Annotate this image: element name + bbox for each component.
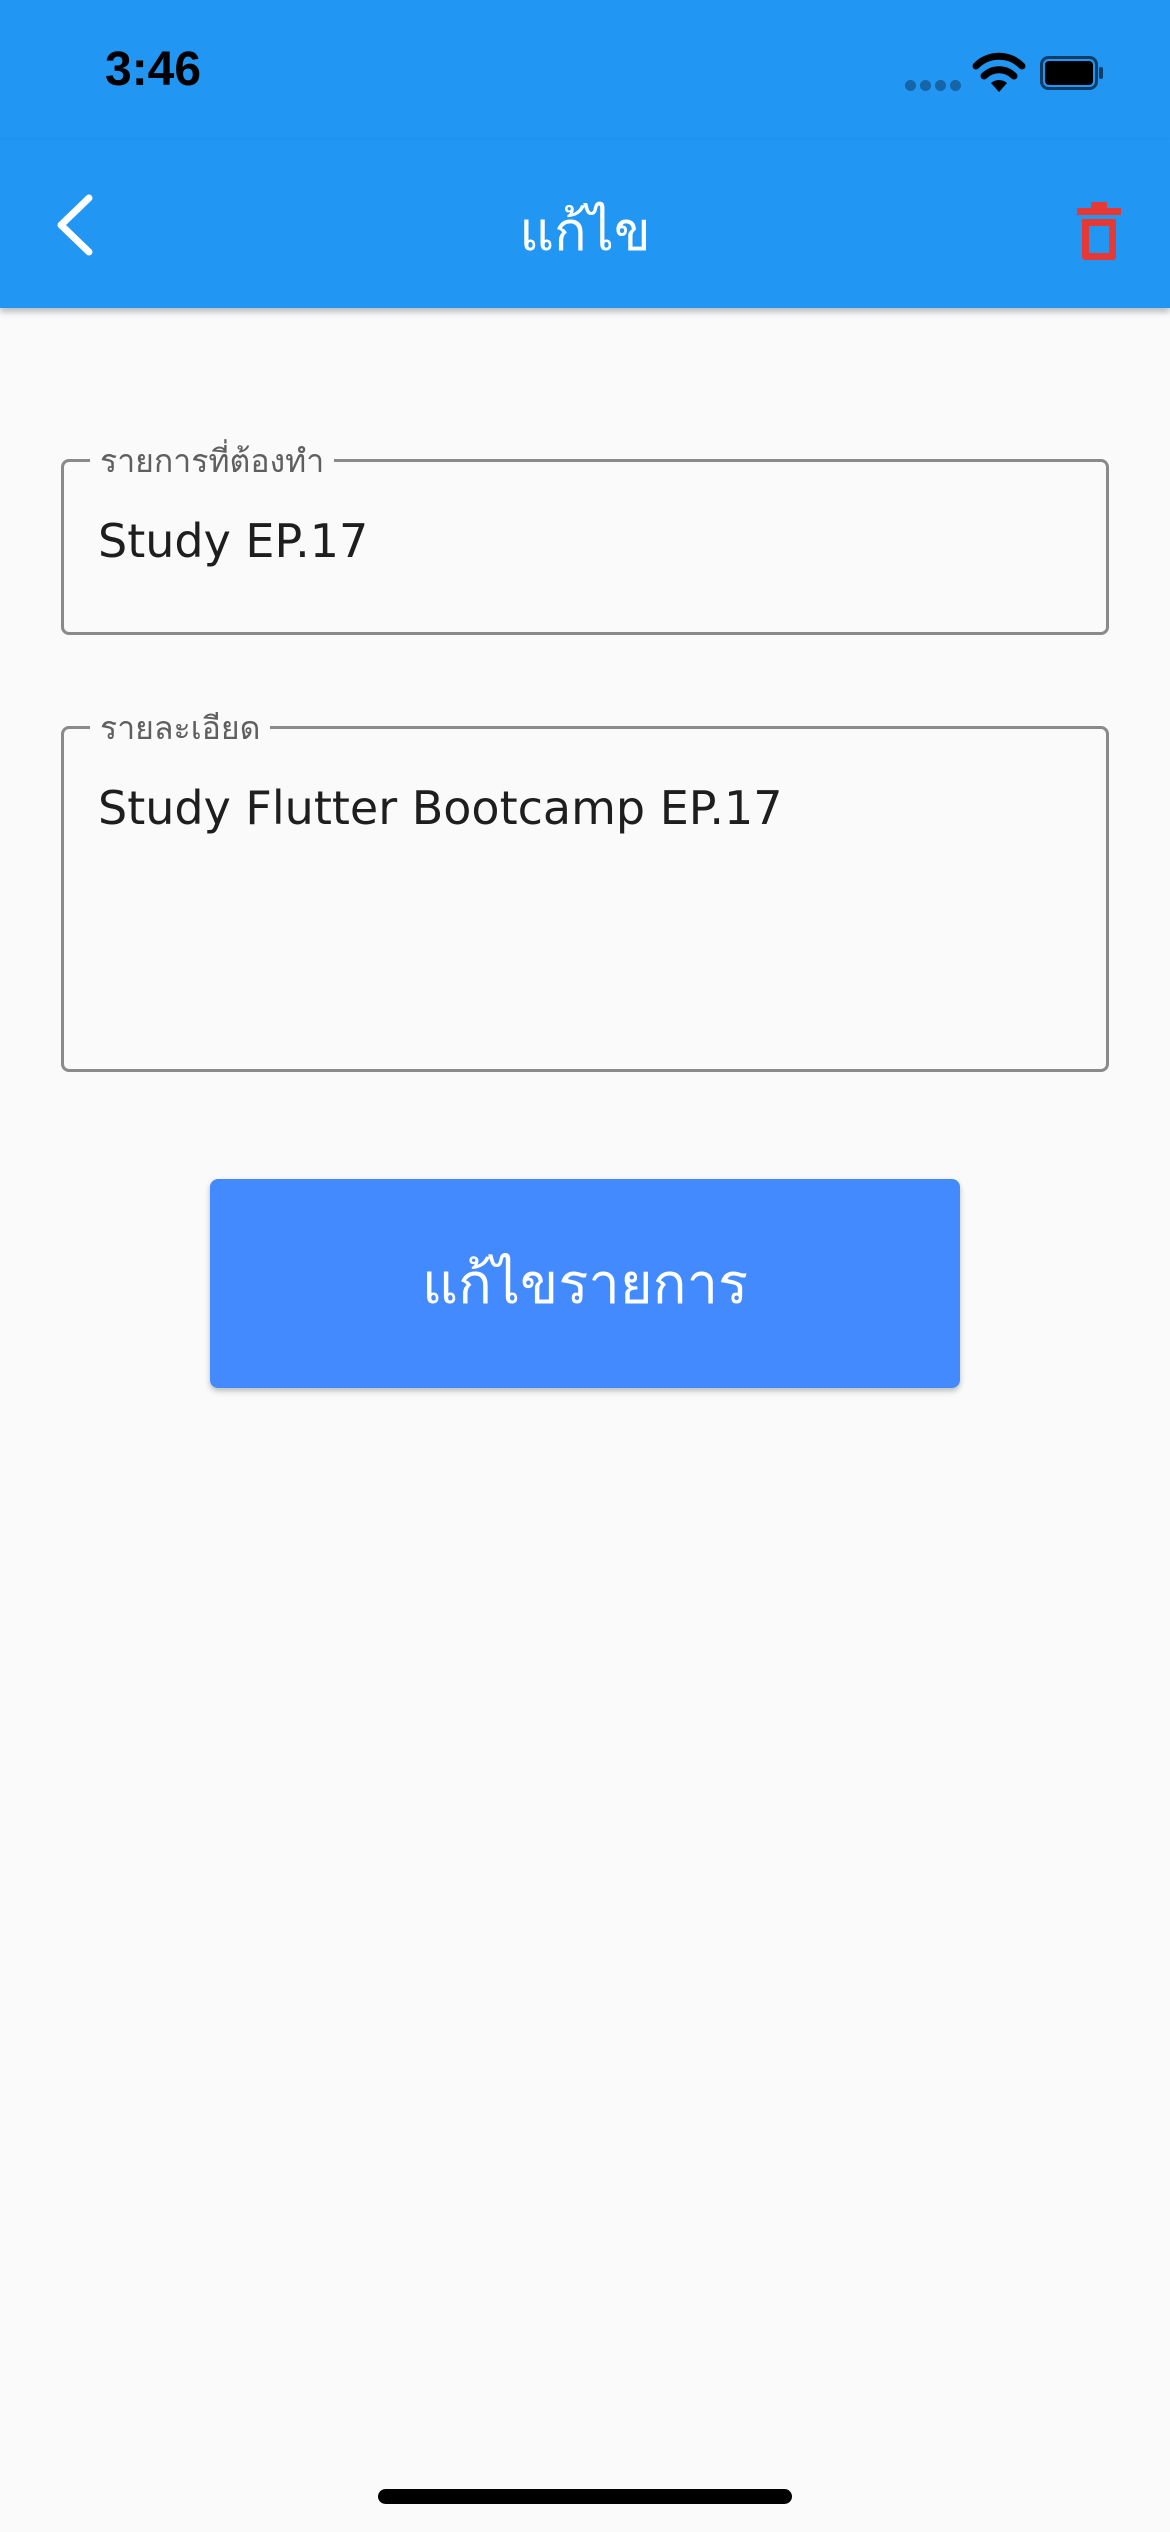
detail-field[interactable]: รายละเอียด Study Flutter Bootcamp EP.17 — [61, 703, 1109, 1072]
status-bar: 3:46 — [0, 0, 1170, 140]
trash-icon — [1077, 202, 1121, 260]
battery-icon — [1040, 56, 1103, 90]
detail-field-label: รายละเอียด — [90, 703, 271, 754]
todo-field-value: Study EP.17 — [98, 514, 369, 568]
signal-dots-icon — [905, 80, 961, 94]
app-bar: แก้ไข — [0, 140, 1170, 308]
edit-submit-button[interactable]: แก้ไขรายการ — [210, 1179, 960, 1388]
wifi-icon — [972, 52, 1026, 92]
detail-field-value: Study Flutter Bootcamp EP.17 — [98, 781, 783, 835]
page-title: แก้ไข — [519, 200, 651, 263]
todo-field[interactable]: รายการที่ต้องทำ Study EP.17 — [61, 436, 1109, 635]
status-time: 3:46 — [105, 43, 202, 96]
todo-field-label: รายการที่ต้องทำ — [90, 436, 335, 487]
home-indicator[interactable] — [378, 2489, 792, 2504]
delete-button[interactable] — [1060, 192, 1138, 270]
